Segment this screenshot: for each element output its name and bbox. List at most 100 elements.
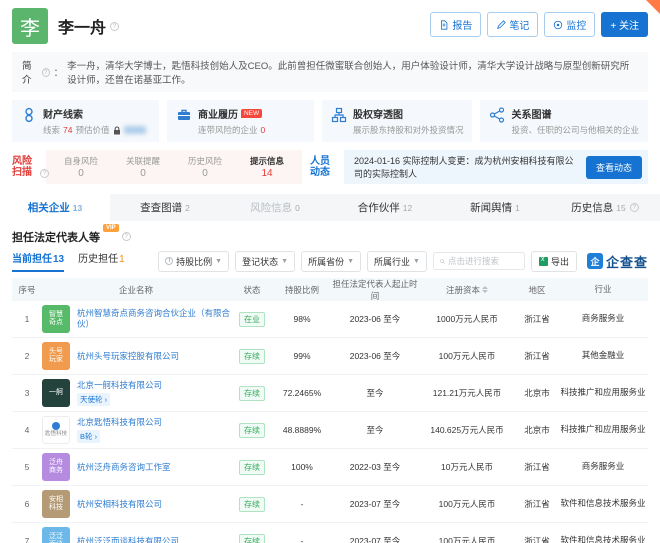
note-button[interactable]: 笔记 [487,12,538,37]
subtab-history[interactable]: 历史担任1 [78,250,125,272]
row-number: 4 [12,425,42,435]
industry: 商务服务业 [560,313,646,324]
shareholding-ratio: 100% [274,462,330,472]
tenure-period: 2023-06 至今 [330,350,420,362]
tab-partners[interactable]: 合作伙伴12 [330,194,440,221]
page-title: 李一舟 ? [58,14,119,38]
tab-risk-info[interactable]: 风险信息0 [220,194,330,221]
risk-info-icon[interactable]: ? [40,169,49,178]
stat-history-risk[interactable]: 历史风险0 [174,153,236,181]
header-actions: 报告 笔记 监控 + 关注 [430,12,648,37]
company-cell: 智慧奇点 杭州智慧奇点商务咨询合伙企业（有限合伙） [42,305,230,333]
intro-colon: ： [54,65,64,79]
table-toolbar: 当前担任13 历史担任1 持股比例▼ 登记状态▼ 所属省份▼ 所属行业▼ [12,250,648,272]
company-cell: 安相科技 杭州安相科技有限公司 [42,490,230,518]
intro-text: 李一舟，清华大学博士，匙悟科技创始人及CEO。此前曾担任微蜜联合创始人，用户体验… [67,58,638,86]
intro-bar: 简介 ? ： 李一舟，清华大学博士，匙悟科技创始人及CEO。此前曾担任微蜜联合创… [12,52,648,92]
view-dynamics-button[interactable]: 查看动态 [586,156,642,179]
excel-icon [539,257,548,266]
registered-capital: 100万元人民币 [420,498,514,510]
chevron-down-icon: ▼ [413,258,420,265]
header-capital[interactable]: 注册资本 [420,284,514,296]
intro-info-icon[interactable]: ? [42,68,50,77]
new-badge: NEW [241,109,262,118]
feedback-corner-ribbon[interactable] [646,0,660,14]
stat-self-risk[interactable]: 自身风险0 [50,153,112,181]
company-name-link[interactable]: 杭州泛泛而谈科技有限公司 [77,536,179,543]
table-header: 序号 企业名称 状态 持股比例 担任法定代表人起止时间 注册资本 地区 行业 [12,278,648,301]
company-cell: 头号玩家 杭州头号玩家控股有限公司 [42,342,230,370]
company-cell: 一舸 北京一舸科技有限公司 天使轮 › [42,379,230,407]
card-relationship-graph[interactable]: 关系图谱 投资、任职的公司与他相关的企业 [480,100,648,142]
table-row: 5 泛舟商务 杭州泛舟商务咨询工作室 存续 100% 2022-03 至今 10… [12,449,648,486]
industry: 软件和信息技术服务业 [560,535,646,543]
company-logo: 泛泛而谈 [42,527,70,543]
info-icon[interactable]: ? [110,22,119,31]
qichacha-brand: 企 企查查 [587,252,648,271]
company-name-link[interactable]: 杭州安相科技有限公司 [77,499,162,510]
risk-stats-panel[interactable]: 自身风险0 关联提醒0 历史风险0 提示信息14 [46,150,302,184]
filter-industry[interactable]: 所属行业▼ [367,251,427,272]
search-input[interactable] [448,256,518,266]
briefcase-icon [176,107,192,123]
company-logo: 安相科技 [42,490,70,518]
card-business-history[interactable]: 商业履历 NEW 连带风险的企业 0 [167,100,314,142]
company-name-link[interactable]: 杭州头号玩家控股有限公司 [77,351,179,362]
subtab-current[interactable]: 当前担任13 [12,250,64,272]
card-subtitle: 连带风险的企业 0 [198,124,265,136]
stat-related-alert[interactable]: 关联提醒0 [112,153,174,181]
filter-controls: 持股比例▼ 登记状态▼ 所属省份▼ 所属行业▼ 导出 企 企查查 [158,251,648,272]
company-name-link[interactable]: 杭州泛舟商务咨询工作室 [77,462,171,473]
company-cell: 泛泛而谈 杭州泛泛而谈科技有限公司 [42,527,230,543]
company-logo: 头号玩家 [42,342,70,370]
section-title-row: 担任法定代表人等 VIP ? [12,229,648,245]
person-name-text: 李一舟 [58,14,106,38]
personnel-dynamics-label: 人员动态 [310,150,336,184]
header-ratio: 持股比例 [274,284,330,296]
funding-tag[interactable]: B轮 › [77,430,100,443]
tab-news[interactable]: 新闻舆情1 [440,194,550,221]
link-icon [21,107,37,123]
row-number: 6 [12,499,42,509]
header-company: 企业名称 [42,284,230,296]
intro-label: 简介 [22,58,38,86]
stat-hint-info[interactable]: 提示信息14 [236,153,298,181]
search-box[interactable] [433,252,525,270]
header-no: 序号 [12,284,42,296]
company-name-link[interactable]: 北京一舸科技有限公司 [77,380,162,391]
shareholding-ratio: - [274,536,330,543]
row-number: 7 [12,536,42,543]
filter-shareholding-ratio[interactable]: 持股比例▼ [158,251,229,272]
status-badge: 存续 [239,497,265,512]
risk-scan-label: 风险扫描 ? [12,150,38,184]
status-badge: 存续 [239,460,265,475]
filter-registration-status[interactable]: 登记状态▼ [235,251,295,272]
status-badge: 存续 [239,534,265,543]
card-title: 股权穿透图 [353,106,464,121]
company-name-link[interactable]: 北京匙悟科技有限公司 [77,417,162,428]
report-button[interactable]: 报告 [430,12,481,37]
pie-icon [165,257,173,265]
filter-province[interactable]: 所属省份▼ [301,251,361,272]
company-name-link[interactable]: 杭州智慧奇点商务咨询合伙企业（有限合伙） [77,308,230,329]
registered-capital: 100万元人民币 [420,350,514,362]
section-info-icon[interactable]: ? [122,232,131,241]
tab-chacha-graph[interactable]: 查查图谱2 [110,194,220,221]
export-button[interactable]: 导出 [531,251,577,272]
funding-tag[interactable]: 天使轮 › [77,393,110,406]
monitor-label: 监控 [566,17,586,32]
card-equity-penetration[interactable]: 股权穿透图 展示股东持股和对外投资情况 [322,100,473,142]
status-cell: 存续 [230,460,274,475]
card-property-clues[interactable]: 财产线索 线索 74 预估价值 [12,100,159,142]
history-info-icon[interactable]: ? [630,203,639,212]
follow-button[interactable]: + 关注 [601,12,648,37]
monitor-icon [553,20,563,30]
monitor-button[interactable]: 监控 [544,12,595,37]
tab-related-companies[interactable]: 相关企业13 [0,194,110,221]
chevron-down-icon: ▼ [281,258,288,265]
tenure-period: 2023-06 至今 [330,313,420,325]
shareholding-ratio: 72.2465% [274,388,330,398]
chevron-down-icon: ▼ [347,258,354,265]
sort-icon[interactable] [482,286,488,293]
tab-history-info[interactable]: 历史信息15 ? [550,194,660,221]
